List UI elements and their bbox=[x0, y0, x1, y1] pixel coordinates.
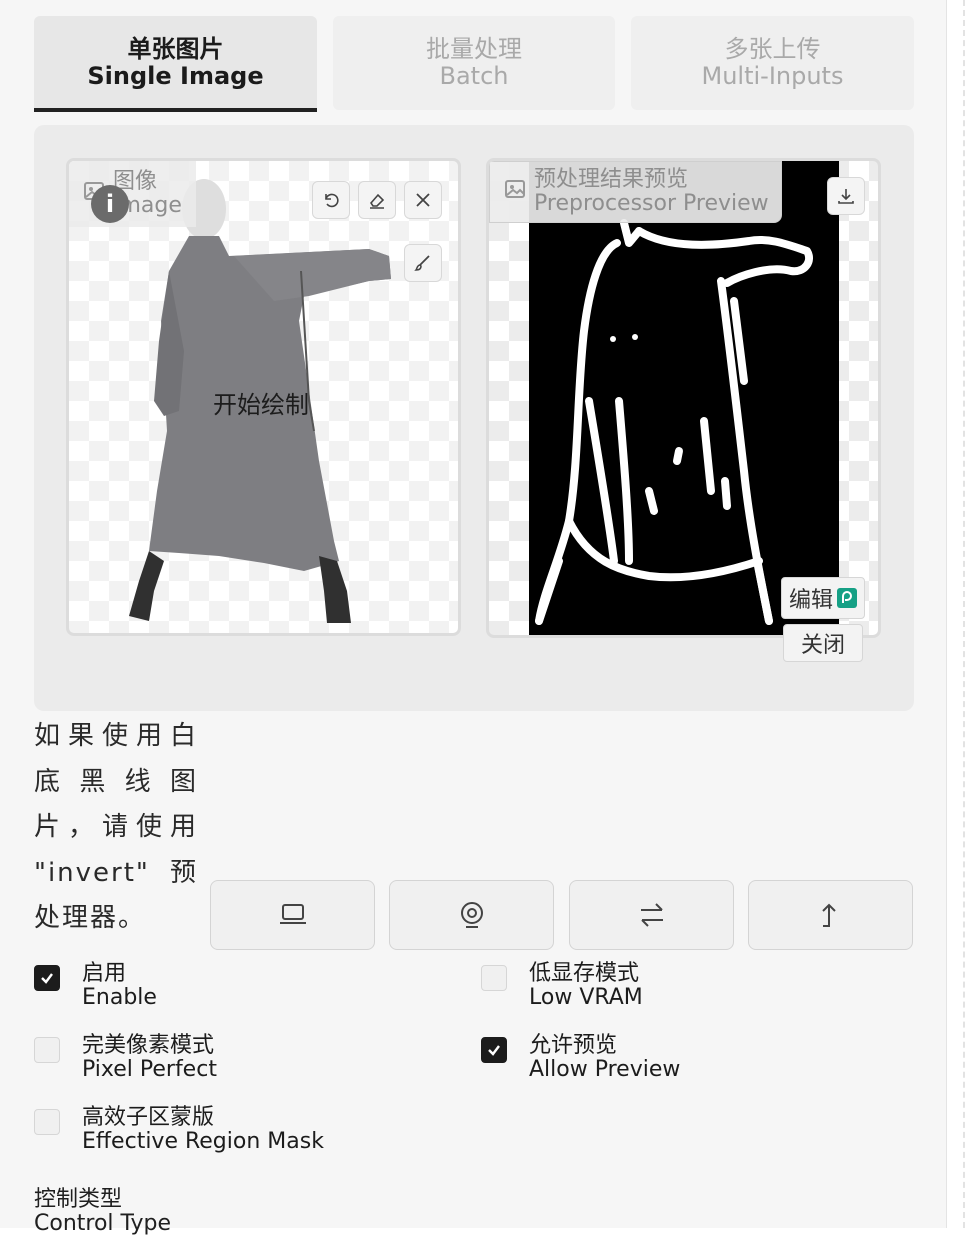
enable-label-en: Enable bbox=[82, 985, 157, 1010]
scrollbar-track[interactable] bbox=[963, 0, 965, 1228]
download-icon bbox=[838, 189, 854, 204]
pixel-perfect-label-en: Pixel Perfect bbox=[82, 1057, 217, 1082]
brush-icon bbox=[414, 255, 430, 271]
swap-icon bbox=[640, 903, 663, 927]
undo-icon bbox=[325, 193, 339, 208]
allow-preview-checkbox[interactable] bbox=[481, 1037, 507, 1063]
preview-label-en: Preprocessor Preview bbox=[534, 191, 769, 216]
control-type-heading: 控制类型 Control Type bbox=[34, 1188, 171, 1236]
preview-label-zh: 预处理结果预览 bbox=[534, 167, 689, 192]
tab-single-image[interactable]: 单张图片 Single Image bbox=[34, 16, 317, 112]
tab-batch[interactable]: 批量处理 Batch bbox=[333, 16, 615, 110]
preview-image-canvas: 预处理结果预览 Preprocessor Preview bbox=[486, 158, 881, 638]
preprocessor-preview-image bbox=[529, 161, 839, 635]
eraser-button[interactable] bbox=[358, 181, 396, 219]
tab-label-zh: 多张上传 bbox=[724, 35, 821, 63]
pixel-perfect-option[interactable]: 完美像素模式 Pixel Perfect bbox=[34, 1034, 217, 1082]
upload-from-computer-button[interactable] bbox=[210, 880, 375, 950]
tab-multi-inputs[interactable]: 多张上传 Multi-Inputs bbox=[631, 16, 914, 110]
webcam-icon bbox=[460, 902, 483, 928]
low-vram-label-en: Low VRAM bbox=[529, 985, 643, 1010]
info-icon[interactable]: i bbox=[91, 185, 129, 223]
photopea-icon bbox=[837, 588, 857, 608]
tab-label-zh: 批量处理 bbox=[426, 35, 522, 63]
edit-button[interactable]: 编辑 bbox=[781, 577, 865, 619]
effective-region-mask-option[interactable]: 高效子区蒙版 Effective Region Mask bbox=[34, 1106, 324, 1154]
pixel-perfect-label-zh: 完美像素模式 bbox=[82, 1033, 215, 1058]
download-button[interactable] bbox=[827, 177, 865, 215]
eraser-icon bbox=[369, 193, 385, 209]
allow-preview-label-zh: 允许预览 bbox=[529, 1033, 618, 1058]
webcam-button[interactable] bbox=[389, 880, 554, 950]
image-icon bbox=[504, 178, 526, 206]
send-dimensions-button[interactable] bbox=[748, 880, 913, 950]
pixel-perfect-checkbox[interactable] bbox=[34, 1037, 60, 1063]
low-vram-option[interactable]: 低显存模式 Low VRAM bbox=[481, 962, 643, 1010]
effective-region-mask-label-zh: 高效子区蒙版 bbox=[82, 1105, 215, 1130]
input-image-canvas[interactable]: 图像 Image i 开始绘制 bbox=[66, 158, 461, 636]
allow-preview-option[interactable]: 允许预览 Allow Preview bbox=[481, 1034, 680, 1082]
enable-label-zh: 启用 bbox=[82, 961, 127, 986]
tab-label-en: Single Image bbox=[87, 62, 264, 90]
low-vram-label-zh: 低显存模式 bbox=[529, 961, 640, 986]
tab-label-zh: 单张图片 bbox=[127, 35, 224, 63]
laptop-icon bbox=[279, 904, 306, 924]
checkmark-icon bbox=[41, 973, 53, 984]
allow-preview-label-en: Allow Preview bbox=[529, 1057, 681, 1082]
close-preview-button[interactable]: 关闭 bbox=[783, 624, 863, 662]
enable-option[interactable]: 启用 Enable bbox=[34, 962, 157, 1010]
swap-button[interactable] bbox=[569, 880, 734, 950]
brush-button[interactable] bbox=[404, 244, 442, 282]
close-label: 关闭 bbox=[800, 633, 845, 658]
low-vram-checkbox[interactable] bbox=[481, 965, 507, 991]
invert-hint-text: 如果使用白底黑线图片，请使用 "invert" 预处理器。 bbox=[34, 721, 198, 933]
enable-checkbox[interactable] bbox=[34, 965, 60, 991]
effective-region-mask-label-en: Effective Region Mask bbox=[82, 1129, 324, 1154]
control-type-label-zh: 控制类型 bbox=[34, 1187, 123, 1212]
edit-label: 编辑 bbox=[788, 588, 833, 613]
effective-region-mask-checkbox[interactable] bbox=[34, 1109, 60, 1135]
preview-image-label: 预处理结果预览 Preprocessor Preview bbox=[489, 161, 782, 223]
control-type-label-en: Control Type bbox=[34, 1211, 172, 1236]
undo-button[interactable] bbox=[312, 181, 350, 219]
checkmark-icon bbox=[488, 1045, 500, 1056]
upload-arrow-icon bbox=[821, 903, 836, 927]
input-image-label: 图像 Image bbox=[69, 161, 196, 227]
close-icon bbox=[416, 193, 430, 207]
tab-label-en: Multi-Inputs bbox=[701, 62, 844, 90]
tab-label-en: Batch bbox=[439, 62, 509, 90]
clear-button[interactable] bbox=[404, 181, 442, 219]
start-drawing-text: 开始绘制 bbox=[213, 391, 309, 419]
